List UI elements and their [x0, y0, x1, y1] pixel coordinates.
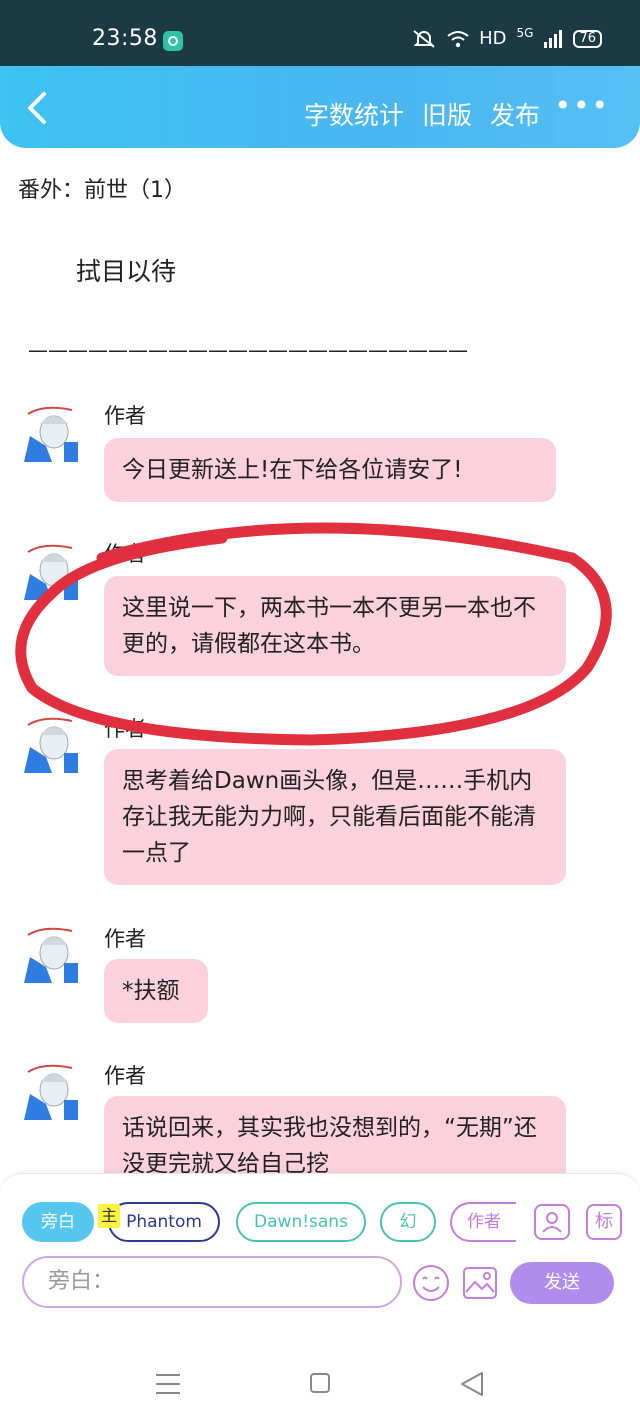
mute-bell-icon: [413, 29, 435, 48]
author-name: 作者: [104, 404, 146, 428]
author-avatar: [24, 713, 80, 773]
message-bubble[interactable]: *扶额: [104, 959, 208, 1023]
status-time: 23:58: [92, 26, 158, 51]
chapter-title: 番外：前世（1）: [18, 178, 186, 203]
word-count-button[interactable]: 字数统计: [304, 96, 404, 132]
role-tag-huan[interactable]: 幻: [380, 1202, 436, 1242]
old-version-button[interactable]: 旧版: [422, 96, 472, 132]
editor-header: 字数统计 旧版 发布 •••: [0, 66, 640, 148]
author-name: 作者: [104, 717, 146, 741]
author-avatar: [24, 1060, 80, 1120]
status-bar: 23:58 HD 5G 76: [0, 0, 640, 66]
chat-content[interactable]: 番外：前世（1） 拭目以待 —————————————————————— 作者 …: [0, 148, 640, 1173]
send-button[interactable]: 发送: [510, 1262, 614, 1304]
status-icons: HD 5G 76: [411, 25, 602, 49]
recent-apps-icon[interactable]: [156, 1373, 180, 1395]
system-nav-bar: [0, 1343, 640, 1422]
emoji-icon[interactable]: [412, 1264, 450, 1302]
author-avatar: [24, 540, 80, 600]
author-avatar: [24, 923, 80, 983]
role-tag-narration[interactable]: 旁白: [22, 1202, 94, 1242]
wifi-icon: [447, 30, 469, 47]
main-role-marker: 主: [98, 1204, 120, 1228]
network-label: 5G: [516, 25, 534, 40]
role-tag-phantom[interactable]: Phantom: [108, 1202, 220, 1242]
publish-button[interactable]: 发布: [490, 96, 540, 132]
author-name: 作者: [104, 927, 146, 951]
role-tag-dawn[interactable]: Dawn!sans: [236, 1202, 366, 1242]
author-name: 作者: [104, 542, 146, 566]
header-actions: 字数统计 旧版 发布: [304, 96, 540, 132]
story-line: 拭目以待: [76, 257, 177, 286]
person-icon[interactable]: [534, 1204, 570, 1240]
message-input[interactable]: 旁白：: [22, 1256, 402, 1308]
mark-button[interactable]: 标: [586, 1204, 622, 1240]
author-avatar: [24, 402, 80, 462]
battery-indicator: 76: [573, 29, 602, 48]
nav-back-icon[interactable]: [460, 1371, 484, 1397]
message-bubble[interactable]: 今日更新送上!在下给各位请安了!: [104, 438, 556, 502]
role-tag-author[interactable]: 作者: [450, 1202, 516, 1242]
message-bubble[interactable]: 思考着给Dawn画头像，但是……手机内存让我无能为力啊，只能看后面能不能清一点了: [104, 749, 566, 885]
divider-line: ——————————————————————: [28, 338, 468, 362]
message-bubble[interactable]: 这里说一下，两本书一本不更另一本也不更的，请假都在这本书。: [104, 576, 566, 676]
chat-notification-icon: [163, 31, 183, 51]
image-icon[interactable]: [462, 1266, 498, 1300]
hd-label: HD: [479, 28, 507, 49]
input-panel: 旁白 Phantom 主 Dawn!sans 幻 作者 标 旁白： 发送: [0, 1173, 640, 1343]
signal-icon: [544, 29, 563, 48]
more-menu-icon[interactable]: •••: [554, 92, 610, 120]
back-arrow-icon[interactable]: [22, 90, 52, 126]
message-bubble[interactable]: 话说回来，其实我也没想到的，“无期”还没更完就又给自己挖: [104, 1096, 566, 1173]
author-name: 作者: [104, 1064, 146, 1088]
home-icon[interactable]: [310, 1373, 330, 1393]
